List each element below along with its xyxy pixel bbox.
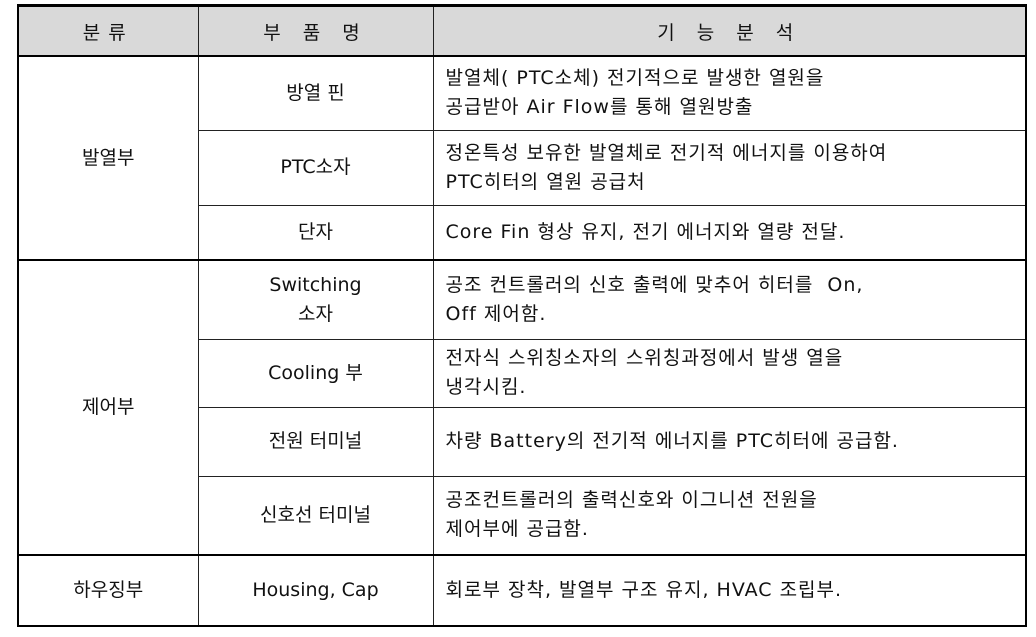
function-cell: 전자식 스위칭소자의 스위칭과정에서 발생 열을냉각시킴. [432,338,1027,408]
part-cell: 단자 [197,204,434,261]
table-row: 하우징부 Housing, Cap 회로부 장착, 발열부 구조 유지, HVAC … [17,554,1027,627]
part-line: 단자 [298,220,333,243]
function-line: 공급받아 Air Flow를 통해 열원방출 [445,96,754,119]
function-cell: 발열체( PTC소체) 전기적으로 발생한 열원을공급받아 Air Flow를 … [432,55,1027,131]
part-cell: Switching 소자 [197,259,434,340]
part-line: 소자 [298,302,333,325]
category-cell: 하우징부 [17,554,199,627]
function-line: 전자식 스위칭소자의 스위칭과정에서 발생 열을 [445,347,844,369]
part-line: PTC소자 [280,156,351,178]
function-cell: 차량 Battery의 전기적 에너지를 PTC히터에 공급함. [432,406,1027,477]
table-row: 발열부 방열 핀 발열체( PTC소체) 전기적으로 발생한 열원을공급받아 Air… [17,55,1027,261]
part-cell: PTC소자 [197,129,434,206]
part-cell: 신호선 터미널 [197,475,434,556]
part-line: 방열 핀 [286,81,345,104]
part-cell: 전원 터미널 [197,406,434,477]
part-line: Cooling 부 [268,361,363,384]
function-line: Off 제어함. [445,302,547,325]
function-cell: 공조 컨트롤러의 신호 출력에 맞추어 히터를 On, Off 제어함. [432,259,1027,340]
category-cell: 발열부 [17,55,199,261]
header-row: 분류 부 품 명 기 능 분 석 [17,4,1027,57]
function-line: 차량 Battery의 전기적 에너지를 PTC히터에 공급함. [445,430,899,452]
part-line: Switching [269,273,362,296]
category-cell: 제어부 [17,259,199,556]
function-line: 회로부 장착, 발열부 구조 유지, HVAC 조립부. [445,579,843,601]
function-cell: 정온특성 보유한 발열체로 전기적 에너지를 이용하여 PTC히터의 열원 공급처 [432,129,1027,206]
part-line: 신호선 터미널 [260,503,371,526]
function-line: PTC히터의 열원 공급처 [445,170,646,193]
header-category: 분류 [17,4,199,57]
function-line: 발열체( PTC소체) 전기적으로 발생한 열원을 [445,67,825,90]
part-cell: Cooling 부 [197,338,434,408]
function-cell: 회로부 장착, 발열부 구조 유지, HVAC 조립부. [432,554,1027,627]
part-line: Housing, Cap [252,579,379,601]
function-cell: 공조컨트롤러의 출력신호와 이그니션 전원을제어부에 공급함. [432,475,1027,556]
function-line: 냉각시킴. [445,376,527,398]
function-line: 공조 컨트롤러의 신호 출력에 맞추어 히터를 On, [445,273,864,296]
parts-function-table: 분류 부 품 명 기 능 분 석 발열부 방열 핀 발열체( PTC소체) 전기적으… [17,4,1027,627]
header-function: 기 능 분 석 [432,4,1027,57]
function-line: Core Fin 형상 유지, 전기 에너지와 열량 전달. [445,220,846,243]
part-line: 전원 터미널 [268,430,363,452]
part-cell: 방열 핀 [197,55,434,131]
function-line: 제어부에 공급함. [445,518,589,541]
function-line: 공조컨트롤러의 출력신호와 이그니션 전원을 [445,489,818,512]
part-cell: Housing, Cap [197,554,434,627]
header-part: 부 품 명 [197,4,434,57]
table-row: 제어부 Switching 소자 공조 컨트롤러의 신호 출력에 맞추어 히터를 On… [17,259,1027,556]
function-cell: Core Fin 형상 유지, 전기 에너지와 열량 전달. [432,204,1027,261]
function-line: 정온특성 보유한 발열체로 전기적 에너지를 이용하여 [445,141,888,164]
